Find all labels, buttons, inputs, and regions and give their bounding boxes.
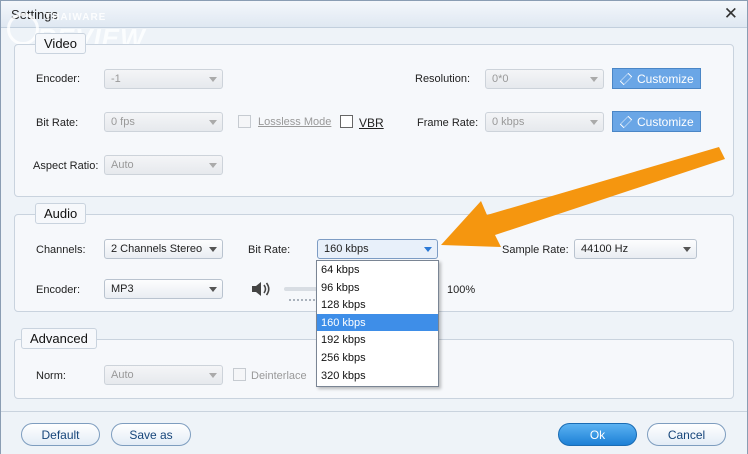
speaker-icon[interactable] [250, 280, 272, 298]
customize-label: Customize [637, 115, 694, 129]
dropdown-option-selected[interactable]: 160 kbps [317, 313, 438, 332]
save-as-button[interactable]: Save as [111, 423, 191, 446]
audio-bitrate-label: Bit Rate: [248, 244, 291, 256]
default-button[interactable]: Default [21, 423, 100, 446]
chevron-down-icon [209, 373, 217, 378]
video-encoder-label: Encoder: [36, 73, 81, 85]
vbr-checkbox[interactable] [340, 115, 353, 128]
chevron-down-icon [209, 77, 217, 82]
chevron-down-icon [590, 120, 598, 125]
chevron-down-icon [209, 163, 217, 168]
aspect-ratio-select[interactable]: Auto [104, 155, 223, 175]
video-encoder-value: -1 [111, 73, 121, 85]
audio-group-label: Audio [35, 203, 87, 224]
norm-label: Norm: [36, 370, 66, 382]
advanced-group-label: Advanced [21, 328, 97, 349]
annotation-arrow-icon [441, 147, 725, 247]
frame-rate-value: 0 kbps [492, 116, 525, 128]
pencil-icon [619, 72, 633, 86]
cancel-button[interactable]: Cancel [647, 423, 726, 446]
chevron-down-icon [209, 287, 217, 292]
resolution-label: Resolution: [415, 73, 471, 85]
dropdown-option[interactable]: 96 kbps [317, 279, 438, 297]
lossless-mode-label: Lossless Mode [258, 116, 332, 128]
resolution-value: 0*0 [492, 73, 509, 85]
video-bitrate-select[interactable]: 0 fps [104, 112, 223, 132]
window-title: Settings [11, 7, 58, 22]
dropdown-option[interactable]: 64 kbps [317, 261, 438, 279]
chevron-down-icon [424, 247, 432, 252]
volume-slider-ticks [289, 299, 319, 301]
close-icon[interactable]: ✕ [724, 4, 738, 24]
frame-rate-label: Frame Rate: [417, 117, 479, 129]
customize-label: Customize [637, 72, 694, 86]
ok-button[interactable]: Ok [558, 423, 637, 446]
frame-rate-select[interactable]: 0 kbps [485, 112, 604, 132]
volume-value: 100% [447, 284, 476, 296]
dropdown-option[interactable]: 192 kbps [317, 331, 438, 349]
audio-encoder-label: Encoder: [36, 284, 81, 296]
video-group-label: Video [35, 33, 87, 54]
norm-value: Auto [111, 369, 134, 381]
title-bar: Settings ✕ [1, 1, 747, 28]
video-bitrate-label: Bit Rate: [36, 117, 79, 129]
audio-bitrate-value: 160 kbps [324, 243, 369, 255]
pencil-icon [619, 115, 633, 129]
deinterlace-checkbox[interactable] [233, 368, 246, 381]
audio-bitrate-select[interactable]: 160 kbps [317, 239, 438, 259]
audio-encoder-select[interactable]: MP3 [104, 279, 223, 299]
dropdown-option[interactable]: 128 kbps [317, 296, 438, 314]
dropdown-option[interactable]: 320 kbps [317, 367, 438, 385]
aspect-ratio-value: Auto [111, 159, 134, 171]
volume-slider[interactable] [284, 287, 320, 291]
lossless-mode-checkbox[interactable] [238, 115, 251, 128]
channels-select[interactable]: 2 Channels Stereo [104, 239, 223, 259]
chevron-down-icon [590, 77, 598, 82]
chevron-down-icon [209, 247, 217, 252]
resolution-customize-button[interactable]: Customize [612, 68, 701, 89]
frame-rate-customize-button[interactable]: Customize [612, 111, 701, 132]
norm-select[interactable]: Auto [104, 365, 223, 385]
aspect-ratio-label: Aspect Ratio: [33, 160, 99, 172]
channels-value: 2 Channels Stereo [111, 243, 203, 255]
dropdown-option[interactable]: 256 kbps [317, 349, 438, 367]
vbr-label: VBR [359, 116, 384, 130]
video-encoder-select[interactable]: -1 [104, 69, 223, 89]
settings-window: Settings ✕ THAIWARE REVIEW Video Encoder… [0, 0, 748, 454]
video-bitrate-value: 0 fps [111, 116, 135, 128]
audio-bitrate-dropdown: 64 kbps 96 kbps 128 kbps 160 kbps 192 kb… [316, 260, 439, 387]
resolution-select[interactable]: 0*0 [485, 69, 604, 89]
deinterlace-label: Deinterlace [251, 370, 307, 382]
channels-label: Channels: [36, 244, 86, 256]
audio-encoder-value: MP3 [111, 283, 134, 295]
chevron-down-icon [209, 120, 217, 125]
